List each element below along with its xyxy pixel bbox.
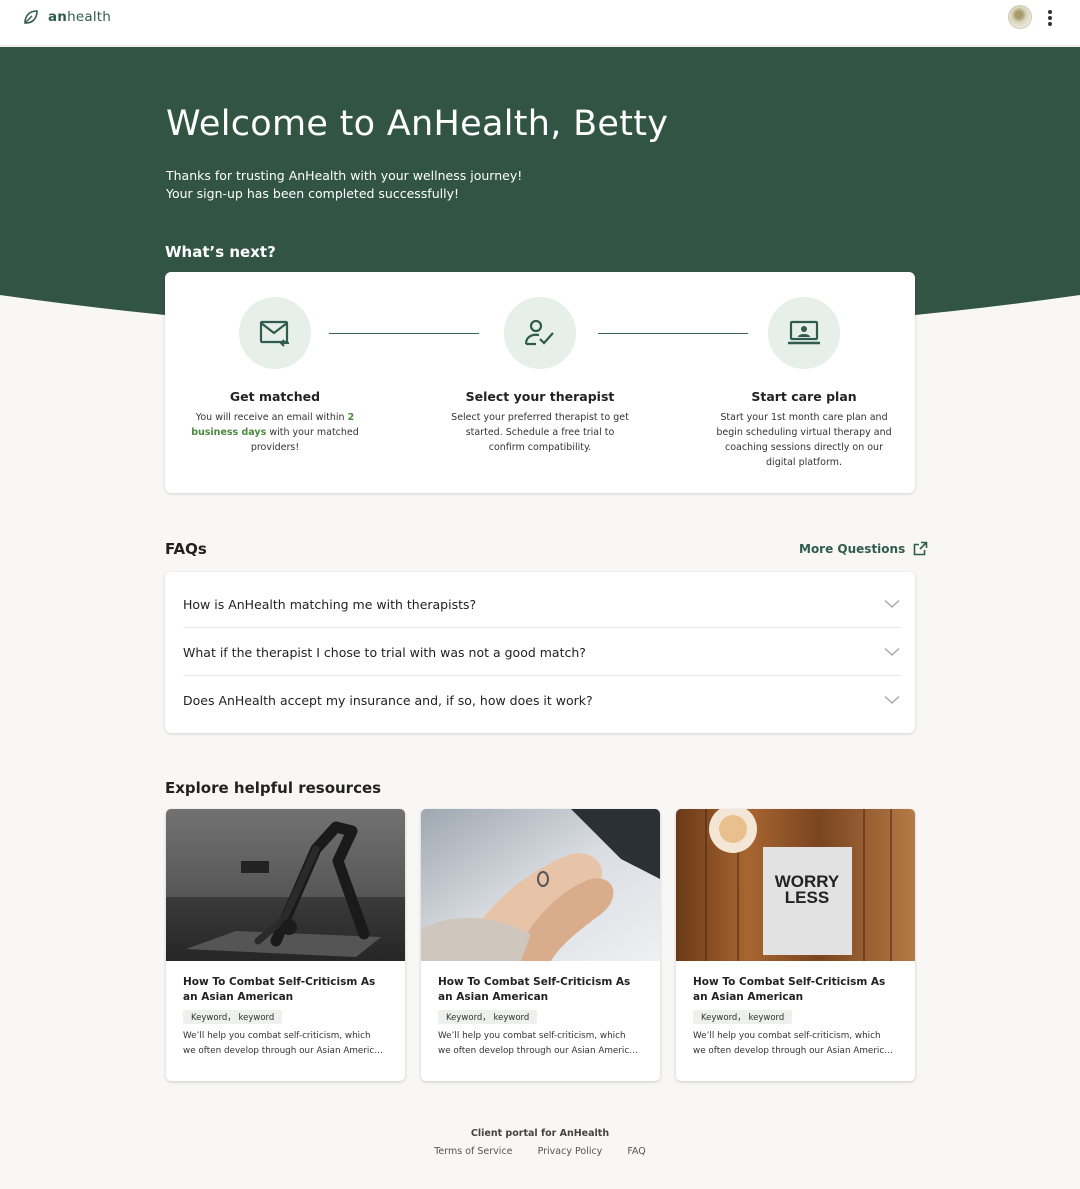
footer-links: Terms of Service Privacy Policy FAQ xyxy=(0,1146,1080,1157)
step-description: Start your 1st month care plan and begin… xyxy=(716,412,892,468)
step-title: Start care plan xyxy=(751,389,857,404)
more-options-icon[interactable] xyxy=(1044,8,1056,28)
next-steps-card: Get matched You will receive an email wi… xyxy=(165,272,915,493)
mail-icon xyxy=(259,320,289,347)
faq-heading: FAQs xyxy=(165,540,207,558)
terms-of-service-link[interactable]: Terms of Service xyxy=(434,1146,512,1157)
keyword-tag: Keyword， keyword xyxy=(693,1010,793,1024)
keyword-tag: Keyword， keyword xyxy=(438,1010,538,1024)
resource-card[interactable]: How To Combat Self-Criticism As an Asian… xyxy=(421,809,660,1081)
chevron-down-icon xyxy=(884,647,900,657)
faq-link[interactable]: FAQ xyxy=(627,1146,645,1157)
hero-subtitle: Thanks for trusting AnHealth with your w… xyxy=(166,168,523,201)
worry-less-photo: WORRY LESS xyxy=(676,809,915,961)
chevron-down-icon xyxy=(884,695,900,705)
brand-logo[interactable]: anhealth xyxy=(22,8,111,26)
yoga-photo xyxy=(166,809,405,961)
external-link-icon xyxy=(913,541,928,556)
holding-hands-photo xyxy=(421,809,660,961)
resource-card[interactable]: WORRY LESS How To Combat Self-Criticism … xyxy=(676,809,915,1081)
step-description: Select your preferred therapist to get s… xyxy=(451,412,629,453)
footer-title: Client portal for AnHealth xyxy=(470,1128,610,1139)
faq-question: Does AnHealth accept my insurance and, i… xyxy=(183,692,593,708)
user-check-icon xyxy=(524,319,554,346)
avatar[interactable] xyxy=(1008,5,1032,29)
more-questions-label: More Questions xyxy=(799,541,906,556)
step-title: Get matched xyxy=(229,389,321,404)
resource-title: How To Combat Self-Criticism As an Asian… xyxy=(438,976,631,1003)
step-description: You will receive an email within 2 busin… xyxy=(191,412,359,453)
step-icon-circle xyxy=(768,297,840,369)
resource-description: We’ll help you combat self-criticism, wh… xyxy=(183,1031,388,1056)
step-icon-circle xyxy=(239,297,311,369)
image-text: LESS xyxy=(785,888,829,907)
resource-title: How To Combat Self-Criticism As an Asian… xyxy=(693,976,886,1003)
top-nav-bar: anhealth xyxy=(0,0,1080,46)
faq-item[interactable]: What if the therapist I chose to trial w… xyxy=(183,628,900,676)
resources-heading: Explore helpful resources xyxy=(165,779,382,797)
step-icon-circle xyxy=(504,297,576,369)
step-select-therapist: Select your therapist Select your prefer… xyxy=(440,272,640,455)
laptop-user-icon xyxy=(788,320,820,345)
faq-question: How is AnHealth matching me with therapi… xyxy=(183,596,477,612)
step-title: Select your therapist xyxy=(465,389,615,404)
resource-title: How To Combat Self-Criticism As an Asian… xyxy=(183,976,376,1003)
whats-next-heading: What’s next? xyxy=(165,243,276,261)
resource-description: We’ll help you combat self-criticism, wh… xyxy=(438,1031,643,1056)
brand-name: anhealth xyxy=(48,9,112,25)
privacy-policy-link[interactable]: Privacy Policy xyxy=(538,1146,603,1157)
faq-item[interactable]: How is AnHealth matching me with therapi… xyxy=(183,580,900,628)
resource-description: We’ll help you combat self-criticism, wh… xyxy=(693,1031,898,1056)
page-title: Welcome to AnHealth, Betty xyxy=(166,104,669,144)
keyword-tag: Keyword， keyword xyxy=(183,1010,283,1024)
leaf-icon xyxy=(24,10,38,24)
faq-accordion: How is AnHealth matching me with therapi… xyxy=(165,572,915,733)
chevron-down-icon xyxy=(884,599,900,609)
more-questions-link[interactable]: More Questions xyxy=(799,541,928,556)
step-start-care-plan: Start care plan Start your 1st month car… xyxy=(704,272,904,470)
resource-card[interactable]: How To Combat Self-Criticism As an Asian… xyxy=(166,809,405,1081)
step-get-matched: Get matched You will receive an email wi… xyxy=(175,272,375,455)
faq-question: What if the therapist I chose to trial w… xyxy=(183,644,586,660)
faq-item[interactable]: Does AnHealth accept my insurance and, i… xyxy=(183,676,900,724)
